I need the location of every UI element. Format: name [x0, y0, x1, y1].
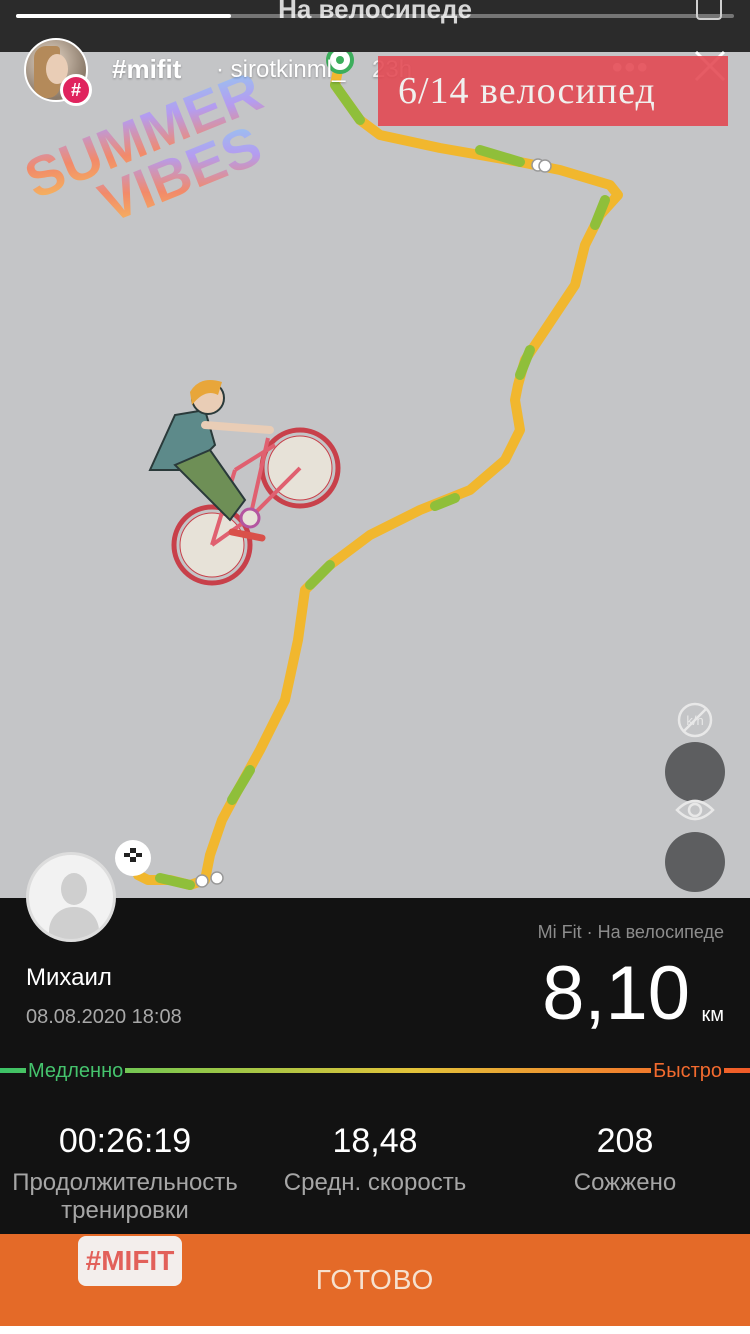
page-title: На велосипеде	[278, 0, 472, 24]
route-fast-segment	[590, 195, 610, 230]
speed-fast-label: Быстро	[651, 1060, 724, 1083]
hashtag-badge: #	[60, 74, 92, 106]
separator-dot: ·	[216, 56, 224, 83]
stat-value: 208	[596, 1122, 654, 1160]
hashtag-sticker: #MIFIT	[78, 1236, 182, 1286]
stat-avg-speed: 18,48 Средн. скорость	[250, 1122, 500, 1197]
story-progress-track	[16, 14, 734, 18]
km-marker	[538, 159, 552, 173]
profile-avatar	[26, 852, 116, 942]
story-progress-fill	[16, 14, 232, 18]
workout-date: 08.08.2020 18:08	[26, 1006, 182, 1028]
user-name: Михаил	[26, 964, 112, 991]
title-sticker: 6/14 велосипед	[378, 56, 728, 126]
story-hashtag[interactable]: #mifit	[112, 54, 181, 85]
eye-icon[interactable]	[665, 799, 725, 892]
stat-duration: 00:26:19 Продолжительность тренировки	[0, 1122, 250, 1225]
km-marker	[195, 874, 209, 888]
route-map[interactable]: SUMMER VIBES k/n	[0, 52, 750, 898]
stat-label: Продолжительность тренировки	[12, 1169, 238, 1224]
share-icon[interactable]	[696, 0, 722, 20]
stat-value: 00:26:19	[58, 1122, 192, 1160]
checkered-flag-icon	[115, 840, 151, 876]
cyclist-illustration	[148, 379, 341, 586]
stat-value: 18,48	[332, 1122, 418, 1160]
distance-value: 8,10	[542, 951, 690, 1036]
stat-calories: 208 Сожжено	[500, 1122, 750, 1197]
route-fast-segment	[515, 345, 535, 380]
home-indicator	[0, 1326, 750, 1334]
speed-slow-label: Медленно	[26, 1060, 126, 1083]
story-username[interactable]: sirotkinml_	[231, 56, 346, 83]
story-username-row[interactable]: · sirotkinml_	[216, 56, 345, 84]
app-label: Mi Fit · На велосипеде	[537, 922, 724, 942]
distance-unit: км	[701, 1004, 725, 1026]
stat-label: Сожжено	[573, 1169, 677, 1196]
route-fast-segment	[305, 560, 335, 590]
km-marker	[210, 871, 224, 885]
stat-label: Средн. скорость	[283, 1169, 467, 1196]
route-fast-segment	[155, 873, 195, 890]
